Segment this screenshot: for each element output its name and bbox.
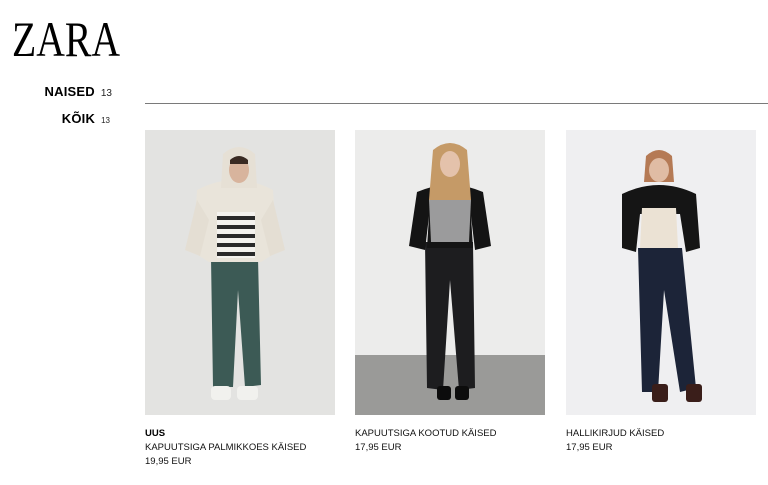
zara-logo-mark: ZARA — [12, 12, 120, 60]
nav-category-label: NAISED — [44, 84, 95, 99]
zara-logo[interactable]: ZARA — [12, 12, 120, 60]
category-nav: NAISED 13 KÕIK 13 — [0, 84, 112, 126]
product-name[interactable]: KAPUUTSIGA PALMIKKOES KÄISED — [145, 441, 335, 455]
zara-logo-text: ZARA — [12, 12, 120, 60]
nav-subcategory-count: 13 — [101, 116, 110, 125]
product-info: UUS KAPUUTSIGA PALMIKKOES KÄISED 19,95 E… — [145, 427, 335, 469]
header-divider — [145, 103, 768, 104]
nav-subcategory-label: KÕIK — [61, 111, 96, 126]
nav-category-naised[interactable]: NAISED 13 — [0, 84, 112, 99]
product-name[interactable]: KAPUUTSIGA KOOTUD KÄISED — [355, 427, 545, 441]
product-name[interactable]: HALLIKIRJUD KÄISED — [566, 427, 756, 441]
product-info: HALLIKIRJUD KÄISED 17,95 EUR — [566, 427, 756, 455]
nav-subcategory-koik[interactable]: KÕIK 13 — [0, 111, 112, 126]
product-image[interactable] — [355, 130, 545, 415]
product-image[interactable] — [145, 130, 335, 415]
model-photo-hooded-cable-knit — [145, 130, 335, 415]
product-price: 19,95 EUR — [145, 456, 192, 467]
product-price: 17,95 EUR — [566, 442, 613, 453]
model-photo-colorblock-knit — [566, 130, 756, 415]
product-card[interactable]: UUS KAPUUTSIGA PALMIKKOES KÄISED 19,95 E… — [145, 130, 335, 469]
product-info: KAPUUTSIGA KOOTUD KÄISED 17,95 EUR — [355, 427, 545, 455]
product-card[interactable]: HALLIKIRJUD KÄISED 17,95 EUR — [566, 130, 756, 455]
product-price: 17,95 EUR — [355, 442, 402, 453]
new-badge: UUS — [145, 428, 166, 439]
model-photo-hooded-knit — [355, 130, 545, 415]
catalog-page: ZARA NAISED 13 KÕIK 13 UUS KAPUUTSIGA PA… — [0, 0, 768, 485]
nav-category-count: 13 — [100, 88, 112, 99]
product-card[interactable]: KAPUUTSIGA KOOTUD KÄISED 17,95 EUR — [355, 130, 545, 455]
product-image[interactable] — [566, 130, 756, 415]
